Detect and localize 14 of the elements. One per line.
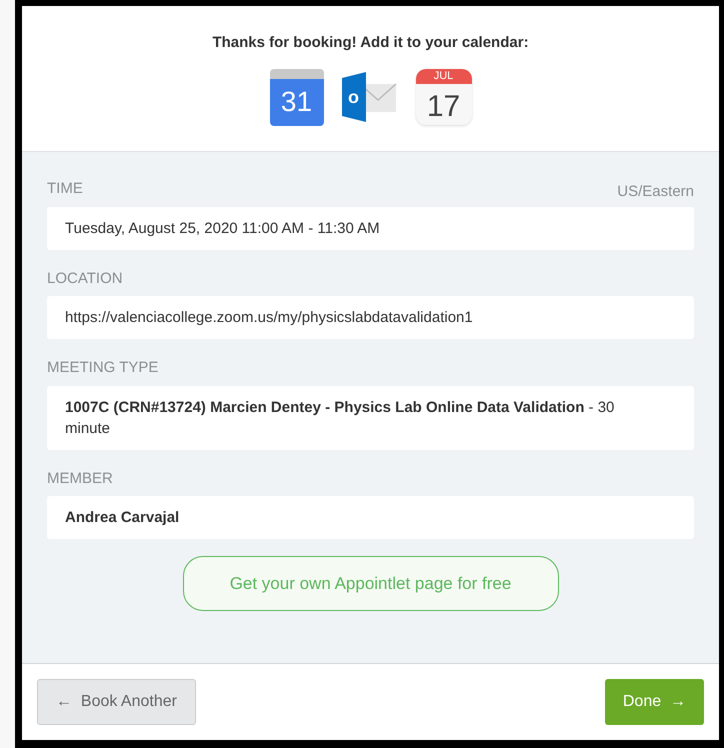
confirmation-heading: Thanks for booking! Add it to your calendar: (212, 33, 529, 53)
field-label: MEETING TYPE (47, 358, 158, 378)
promo-link[interactable]: Get your own Appointlet page for free (182, 556, 558, 611)
done-button[interactable]: Done → (604, 679, 704, 725)
field-value: Tuesday, August 25, 2020 11:00 AM - 11:30 AM (47, 206, 694, 250)
field-label: LOCATION (47, 268, 123, 288)
field-label: TIME (47, 179, 83, 199)
timezone-label: US/Eastern (617, 182, 694, 202)
calendar-icon[interactable]: JUL 17 (416, 69, 472, 125)
field-value: https://valenciacollege.zoom.us/my/physicslabdatavalidation1 (47, 296, 694, 339)
book-another-button[interactable]: ← Book Another (37, 679, 196, 725)
field-value: 1007C (CRN#13724) Marcien Dentey - Physics Lab Online Data Validation - 30 minute (47, 386, 694, 450)
field-value: Andrea Carvajal (47, 496, 694, 539)
field-label: MEMBER (47, 468, 113, 488)
